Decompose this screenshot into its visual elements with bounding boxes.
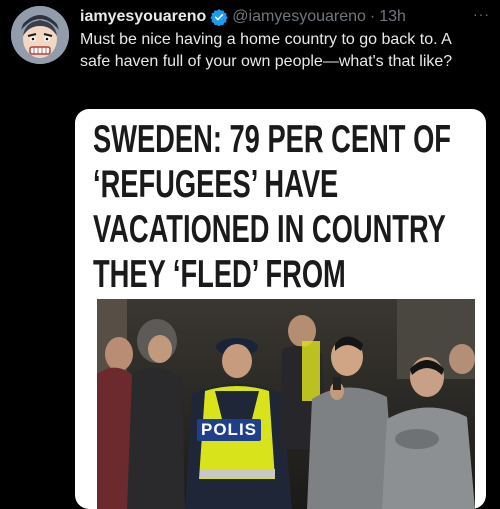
news-photo[interactable] bbox=[97, 299, 475, 509]
display-name[interactable]: iamyesyouareno bbox=[80, 8, 206, 26]
verified-badge-icon bbox=[210, 8, 228, 26]
article-headline: SWEDEN: 79 PER CENT OF ‘REFUGEES’ HAVE V… bbox=[93, 118, 451, 296]
more-options-icon[interactable]: ··· bbox=[473, 6, 490, 22]
tweet-header: iamyesyouareno @iamyesyouareno · 13h ··· bbox=[80, 6, 490, 28]
dot-separator: · bbox=[369, 8, 376, 25]
timestamp[interactable]: 13h bbox=[379, 8, 406, 26]
police-vest-label: POLIS bbox=[197, 419, 262, 441]
avatar[interactable] bbox=[11, 6, 69, 64]
tweet-text: Must be nice having a home country to go… bbox=[80, 31, 453, 70]
media-card[interactable]: SWEDEN: 79 PER CENT OF ‘REFUGEES’ HAVE V… bbox=[75, 109, 486, 509]
user-handle[interactable]: @iamyesyouareno bbox=[232, 8, 366, 26]
